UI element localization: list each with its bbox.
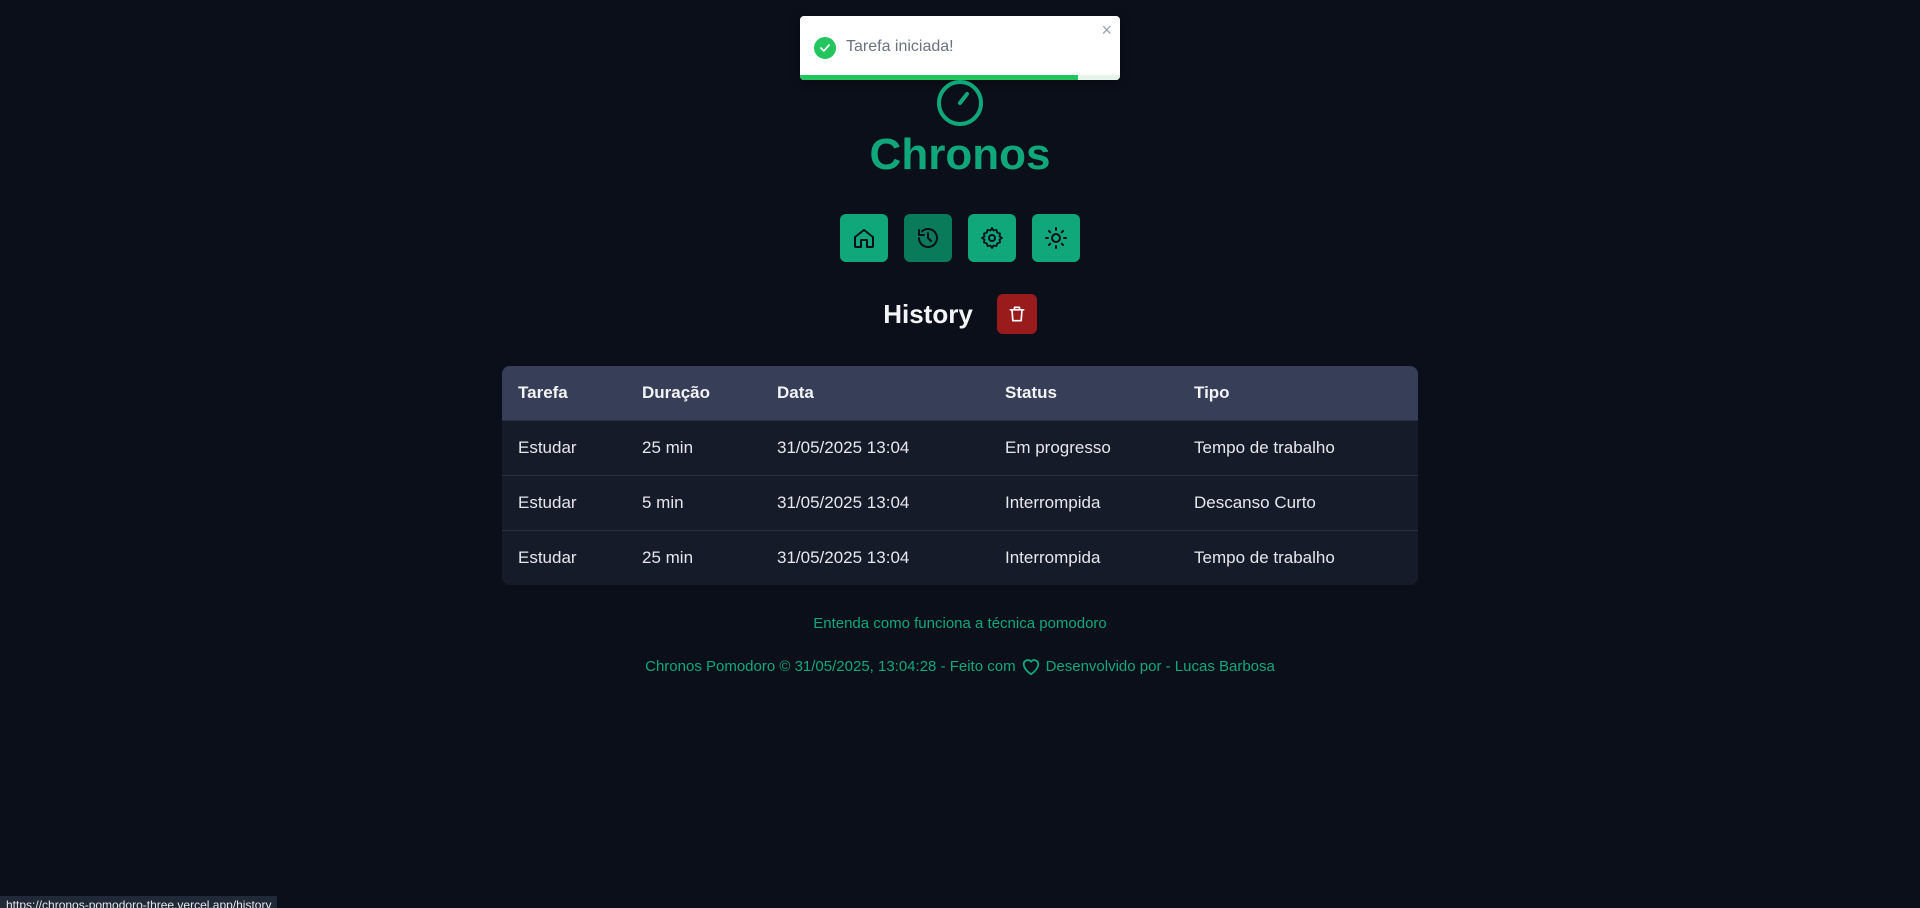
cell-tarefa: Estudar [518,493,577,512]
history-title: History [883,298,973,329]
cell-duracao: 25 min [642,438,694,457]
table-row: Estudar 25 min 31/05/2025 13:04 Interrom… [502,530,1418,585]
cell-status: Em progresso [1005,438,1111,457]
page: Tarefa iniciada! × Chronos History Taref… [0,0,1920,908]
footer-copyright: Chronos Pomodoro © 31/05/2025, 13:04:28 … [645,657,1016,675]
header-tipo: Tipo [1194,383,1230,402]
cell-tipo: Tempo de trabalho [1194,438,1335,457]
main-nav [840,214,1080,262]
theme-toggle-button[interactable] [1032,214,1080,262]
sun-icon [1045,227,1067,249]
header-status: Status [1005,383,1057,402]
header-duracao: Duração [642,383,711,402]
history-button[interactable] [904,214,952,262]
heart-icon [1022,659,1039,676]
check-icon [814,37,836,59]
cell-tarefa: Estudar [518,548,577,567]
history-header: History [0,294,1920,334]
history-table: Tarefa Duração Data Status Tipo Estudar … [502,366,1418,585]
table-row: Estudar 25 min 31/05/2025 13:04 Em progr… [502,420,1418,475]
history-icon [918,228,938,248]
cell-status: Interrompida [1005,548,1101,567]
gear-icon [981,227,1003,249]
trash-icon [1009,306,1025,322]
cell-tarefa: Estudar [518,438,577,457]
cell-status: Interrompida [1005,493,1101,512]
pomodoro-info-link[interactable]: Entenda como funciona a técnica pomodoro [0,615,1920,632]
cell-duracao: 5 min [642,493,684,512]
cell-data: 31/05/2025 13:04 [777,548,910,567]
home-button[interactable] [840,214,888,262]
cell-duracao: 25 min [642,548,694,567]
cell-data: 31/05/2025 13:04 [777,438,910,457]
header-data: Data [777,383,814,402]
toast-notification: Tarefa iniciada! × [800,16,1120,80]
header-tarefa: Tarefa [518,383,568,402]
cell-tipo: Tempo de trabalho [1194,548,1335,567]
status-url: https://chronos-pomodoro-three.vercel.ap… [0,896,278,908]
toast-message: Tarefa iniciada! [846,38,954,55]
cell-tipo: Descanso Curto [1194,493,1316,512]
footer-author: Desenvolvido por - Lucas Barbosa [1045,657,1275,675]
app-title: Chronos [869,130,1051,179]
footer: Chronos Pomodoro © 31/05/2025, 13:04:28 … [0,656,1920,676]
settings-button[interactable] [968,214,1016,262]
close-icon[interactable]: × [1101,20,1112,40]
cell-data: 31/05/2025 13:04 [777,493,910,512]
table-row: Estudar 5 min 31/05/2025 13:04 Interromp… [502,475,1418,530]
table-header: Tarefa Duração Data Status Tipo [502,366,1418,420]
clear-history-button[interactable] [996,294,1037,334]
timer-icon [937,80,983,126]
home-icon [854,229,874,248]
